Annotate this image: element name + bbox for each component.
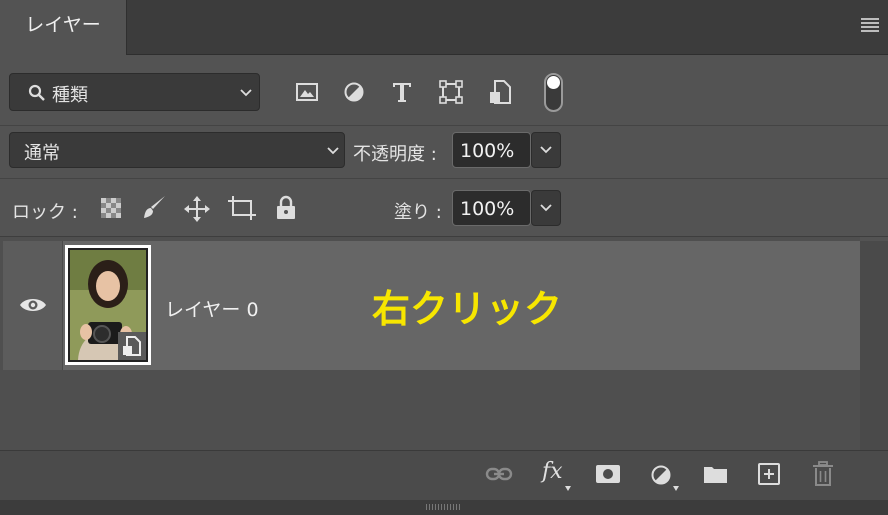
right-click-annotation: 右クリック bbox=[372, 287, 563, 331]
lock-image-pixels-icon[interactable] bbox=[141, 194, 167, 220]
new-group-folder-icon[interactable] bbox=[703, 464, 728, 484]
chevron-down-icon bbox=[540, 146, 552, 154]
opacity-dropdown-button[interactable] bbox=[531, 132, 561, 168]
visibility-toggle[interactable] bbox=[3, 241, 63, 370]
panel-bottom-bar bbox=[0, 450, 888, 501]
panel-tab-bar bbox=[0, 0, 888, 55]
chevron-down-icon bbox=[327, 147, 339, 155]
layer-name[interactable]: レイヤー 0 bbox=[165, 295, 259, 322]
lock-position-icon[interactable] bbox=[184, 196, 210, 222]
add-mask-icon[interactable] bbox=[596, 465, 620, 483]
panel-menu-icon[interactable] bbox=[861, 18, 879, 32]
shape-filter-icon[interactable] bbox=[439, 80, 463, 104]
layer-style-fx-button[interactable]: fx bbox=[542, 459, 563, 484]
layer-thumbnail[interactable] bbox=[65, 245, 151, 365]
fill-dropdown-button[interactable] bbox=[531, 190, 561, 226]
filter-toggle-switch[interactable] bbox=[544, 73, 563, 112]
opacity-label: 不透明度 : bbox=[353, 144, 437, 165]
smart-object-filter-icon[interactable] bbox=[489, 80, 511, 104]
dropdown-triangle-icon bbox=[565, 486, 571, 491]
panel-resize-handle[interactable] bbox=[0, 500, 888, 515]
adjustment-filter-icon[interactable] bbox=[343, 81, 365, 103]
tab-layers[interactable]: レイヤー bbox=[0, 0, 127, 55]
delete-layer-trash-icon[interactable] bbox=[812, 461, 834, 487]
lock-label: ロック : bbox=[12, 202, 78, 223]
blend-mode-label: 通常 bbox=[24, 143, 60, 164]
eye-icon bbox=[20, 299, 46, 311]
layer-list-scrollbar[interactable] bbox=[860, 241, 888, 450]
chevron-down-icon bbox=[240, 89, 252, 97]
blend-mode-select[interactable]: 通常 bbox=[9, 132, 345, 168]
link-layers-icon[interactable] bbox=[485, 465, 513, 483]
opacity-input[interactable]: 100% bbox=[452, 132, 531, 168]
type-filter-icon[interactable] bbox=[391, 81, 413, 103]
lock-all-icon[interactable] bbox=[275, 195, 297, 221]
image-filter-icon[interactable] bbox=[295, 80, 319, 104]
new-adjustment-layer-icon[interactable] bbox=[650, 464, 672, 486]
fill-label: 塗り : bbox=[394, 202, 442, 223]
layer-filter-select[interactable]: 種類 bbox=[9, 73, 260, 111]
search-icon bbox=[28, 84, 45, 101]
lock-transparent-pixels-icon[interactable] bbox=[100, 197, 122, 219]
lock-artboard-icon[interactable] bbox=[228, 196, 256, 220]
new-layer-icon[interactable] bbox=[758, 463, 780, 485]
fill-input[interactable]: 100% bbox=[452, 190, 531, 226]
dropdown-triangle-icon bbox=[673, 486, 679, 491]
smart-object-badge-icon bbox=[118, 332, 146, 360]
filter-kind-label: 種類 bbox=[52, 85, 88, 106]
chevron-down-icon bbox=[540, 204, 552, 212]
